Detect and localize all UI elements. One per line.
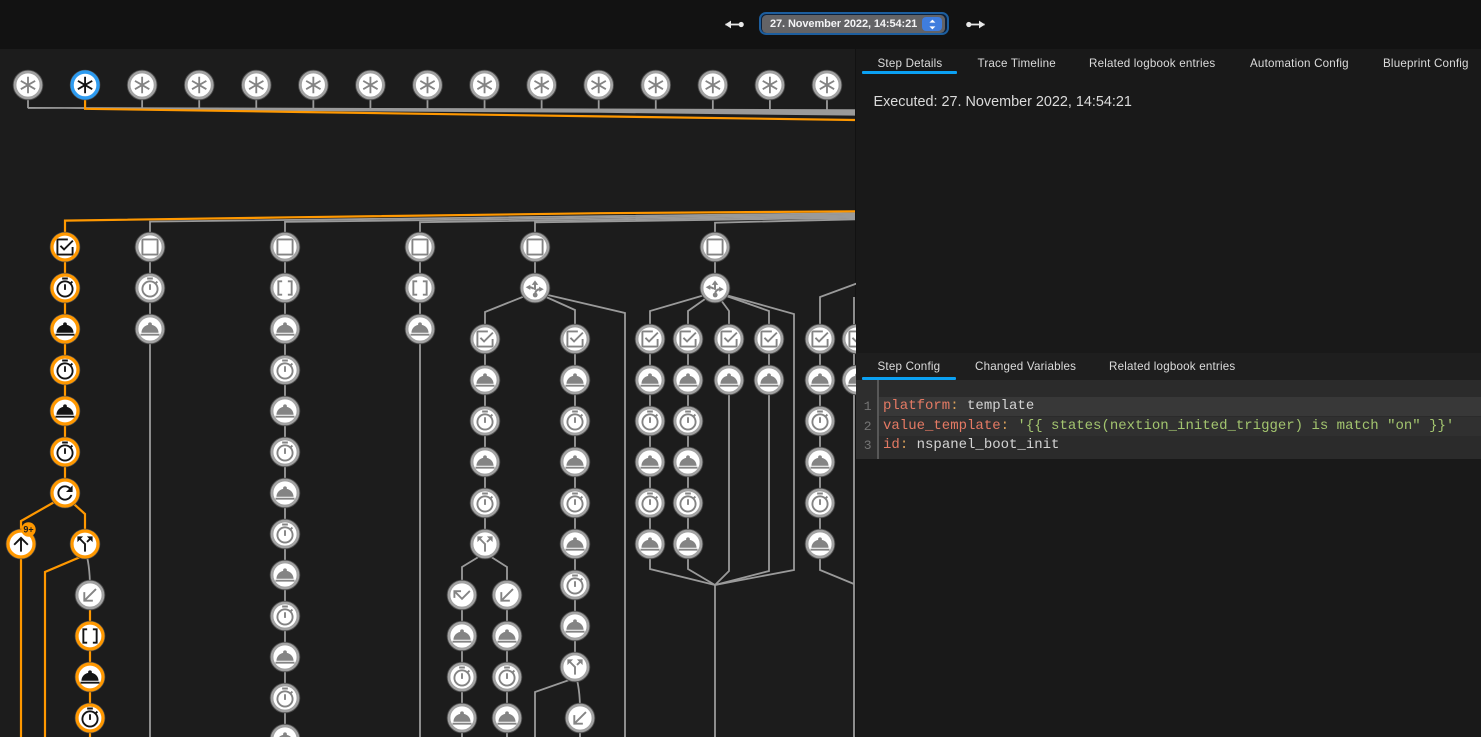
svg-text:9+: 9+ [23,525,33,535]
